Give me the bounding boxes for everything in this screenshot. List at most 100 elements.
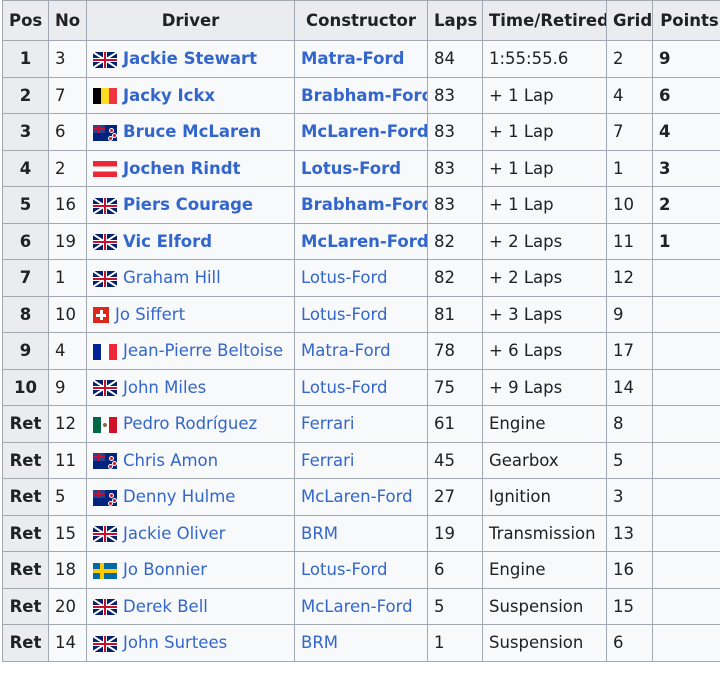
driver-link[interactable]: Jackie Oliver <box>123 524 225 543</box>
cell-no: 10 <box>48 295 87 333</box>
constructor-link[interactable]: Matra-Ford <box>301 49 404 68</box>
cell-constructor: BRM <box>294 624 428 662</box>
cell-pos: Ret <box>2 405 49 443</box>
cell-pos: Ret <box>2 624 49 662</box>
mex-flag-icon <box>93 416 117 433</box>
cell-time-retired: + 1 Lap <box>482 149 607 187</box>
table-row: Ret 20 Derek Bell McLaren-Ford 5 Suspension 15 <box>2 587 720 625</box>
cell-constructor: Matra-Ford <box>294 332 428 370</box>
cell-time-retired: Engine <box>482 405 607 443</box>
driver-link[interactable]: Graham Hill <box>123 268 221 287</box>
table-row: 3 6 Bruce McLaren McLaren-Ford 83 + 1 Lap 7 4 <box>2 113 720 151</box>
cell-points <box>652 624 720 662</box>
cell-driver: Jochen Rindt <box>86 149 295 187</box>
nzl-flag-icon <box>93 453 117 470</box>
cell-driver: Jo Siffert <box>86 295 295 333</box>
driver-link[interactable]: Jochen Rindt <box>123 159 241 178</box>
driver-link[interactable]: John Miles <box>123 378 206 397</box>
cell-grid: 13 <box>606 514 653 552</box>
cell-constructor: Lotus-Ford <box>294 551 428 589</box>
cell-driver: John Surtees <box>86 624 295 662</box>
header-laps[interactable]: Laps <box>427 0 483 41</box>
cell-points <box>652 259 720 297</box>
bel-flag-icon <box>93 88 117 105</box>
cell-points <box>652 514 720 552</box>
driver-link[interactable]: Pedro Rodríguez <box>123 414 257 433</box>
cell-driver: Jackie Stewart <box>86 40 295 78</box>
driver-link[interactable]: Jacky Ickx <box>123 86 215 105</box>
cell-grid: 6 <box>606 624 653 662</box>
cell-pos: Ret <box>2 441 49 479</box>
cell-constructor: Ferrari <box>294 441 428 479</box>
cell-pos: 10 <box>2 368 49 406</box>
cell-points <box>652 551 720 589</box>
cell-points: 1 <box>652 222 720 260</box>
driver-link[interactable]: Piers Courage <box>123 195 253 214</box>
header-grid[interactable]: Grid <box>606 0 653 41</box>
driver-link[interactable]: John Surtees <box>123 633 227 652</box>
constructor-link[interactable]: Brabham-Ford <box>301 86 427 105</box>
cell-pos: 7 <box>2 259 49 297</box>
cell-laps: 82 <box>427 222 483 260</box>
cell-time-retired: + 6 Laps <box>482 332 607 370</box>
cell-no: 19 <box>48 222 87 260</box>
cell-driver: Jean-Pierre Beltoise <box>86 332 295 370</box>
constructor-link[interactable]: Brabham-Ford <box>301 195 427 214</box>
driver-link[interactable]: Chris Amon <box>123 451 218 470</box>
cell-constructor: Matra-Ford <box>294 40 428 78</box>
constructor-link[interactable]: BRM <box>301 524 338 543</box>
cell-no: 11 <box>48 441 87 479</box>
cell-laps: 61 <box>427 405 483 443</box>
cell-driver: Piers Courage <box>86 186 295 224</box>
cell-laps: 19 <box>427 514 483 552</box>
race-results-table: Pos No Driver Constructor Laps Time/Reti… <box>2 0 720 662</box>
header-points[interactable]: Points <box>652 0 720 41</box>
constructor-link[interactable]: McLaren-Ford <box>301 487 413 506</box>
driver-link[interactable]: Bruce McLaren <box>123 122 261 141</box>
header-no[interactable]: No <box>48 0 87 41</box>
driver-link[interactable]: Jean-Pierre Beltoise <box>123 341 283 360</box>
cell-constructor: McLaren-Ford <box>294 222 428 260</box>
cell-points: 6 <box>652 76 720 114</box>
constructor-link[interactable]: Ferrari <box>301 414 355 433</box>
header-time-retired[interactable]: Time/Retired <box>482 0 607 41</box>
cell-pos: Ret <box>2 478 49 516</box>
cell-driver: Chris Amon <box>86 441 295 479</box>
driver-link[interactable]: Jo Siffert <box>115 305 185 324</box>
cell-time-retired: + 2 Laps <box>482 222 607 260</box>
constructor-link[interactable]: Lotus-Ford <box>301 305 387 324</box>
constructor-link[interactable]: BRM <box>301 633 338 652</box>
constructor-link[interactable]: Lotus-Ford <box>301 378 387 397</box>
gbr-flag-icon <box>93 635 117 652</box>
constructor-link[interactable]: Matra-Ford <box>301 341 391 360</box>
driver-link[interactable]: Jackie Stewart <box>123 49 257 68</box>
constructor-link[interactable]: Lotus-Ford <box>301 268 387 287</box>
cell-grid: 5 <box>606 441 653 479</box>
swe-flag-icon <box>93 562 117 579</box>
constructor-link[interactable]: McLaren-Ford <box>301 122 427 141</box>
cell-time-retired: Transmission <box>482 514 607 552</box>
cell-driver: Derek Bell <box>86 587 295 625</box>
table-row: Ret 11 Chris Amon Ferrari 45 Gearbox 5 <box>2 441 720 479</box>
constructor-link[interactable]: Lotus-Ford <box>301 159 401 178</box>
constructor-link[interactable]: Lotus-Ford <box>301 560 387 579</box>
driver-link[interactable]: Jo Bonnier <box>123 560 207 579</box>
cell-laps: 5 <box>427 587 483 625</box>
header-driver[interactable]: Driver <box>86 0 295 41</box>
header-constructor[interactable]: Constructor <box>294 0 428 41</box>
cell-pos: Ret <box>2 587 49 625</box>
constructor-link[interactable]: McLaren-Ford <box>301 597 413 616</box>
cell-no: 2 <box>48 149 87 187</box>
constructor-link[interactable]: McLaren-Ford <box>301 232 427 251</box>
driver-link[interactable]: Denny Hulme <box>123 487 235 506</box>
table-row: Ret 15 Jackie Oliver BRM 19 Transmission 13 <box>2 514 720 552</box>
table-row: 9 4 Jean-Pierre Beltoise Matra-Ford 78 + 6 La… <box>2 332 720 370</box>
cell-grid: 1 <box>606 149 653 187</box>
header-pos[interactable]: Pos <box>2 0 49 41</box>
gbr-flag-icon <box>93 197 117 214</box>
gbr-flag-icon <box>93 599 117 616</box>
constructor-link[interactable]: Ferrari <box>301 451 355 470</box>
table-row: Ret 12 Pedro Rodríguez Ferrari 61 Engine 8 <box>2 405 720 443</box>
driver-link[interactable]: Vic Elford <box>123 232 212 251</box>
driver-link[interactable]: Derek Bell <box>123 597 208 616</box>
